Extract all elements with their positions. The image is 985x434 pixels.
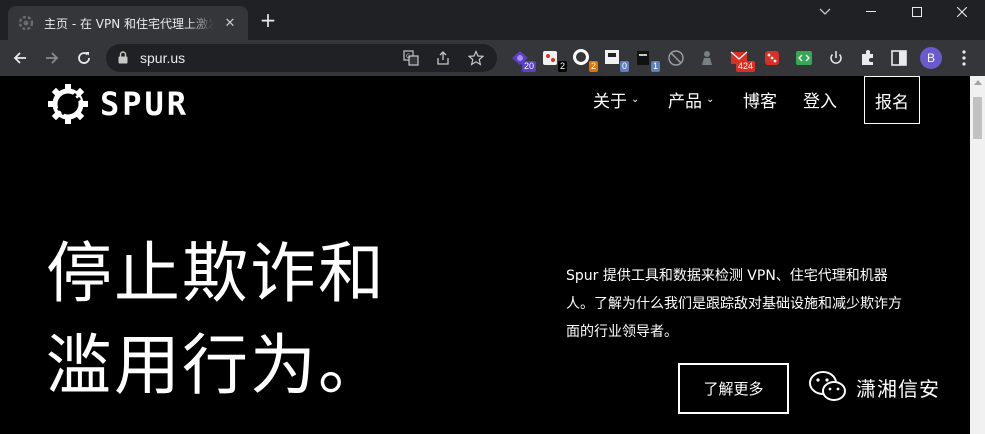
hero-title: 停止欺诈和 滥用行为。 (46, 228, 386, 412)
tab-search-chevron-icon[interactable] (802, 0, 848, 24)
extensions-puzzle-icon[interactable] (858, 48, 878, 68)
watermark-text: 潇湘信安 (856, 376, 940, 401)
bookmark-star-icon[interactable] (467, 49, 485, 67)
nav-login[interactable]: 登入 (803, 87, 837, 112)
ext-purple-icon[interactable]: 20 (510, 48, 536, 72)
tab-title: 主页 - 在 VPN 和住宅代理上激发 (44, 16, 214, 31)
hero-description: Spur 提供工具和数据来检测 VPN、住宅代理和机器人。了解为什么我们是跟踪敌… (566, 268, 902, 340)
ext-power-icon[interactable] (826, 48, 846, 68)
tab-strip: 主页 - 在 VPN 和住宅代理上激发 ✕ + (0, 0, 985, 40)
translate-icon[interactable]: G (402, 49, 420, 67)
scroll-up-arrow-icon[interactable] (974, 80, 982, 85)
browser-toolbar: spur.us G 20 2 2 0 1 424 B (0, 40, 985, 76)
ext-badge: 1 (650, 61, 660, 72)
close-window-icon[interactable] (939, 0, 985, 24)
minimize-window-icon[interactable] (848, 0, 894, 24)
ext-figure-icon[interactable] (697, 48, 717, 68)
ext-badge: 2 (588, 61, 598, 72)
nav-about[interactable]: 关于 ⌄ (593, 87, 639, 112)
logo-wordmark: SPUR (100, 85, 190, 123)
scroll-thumb[interactable] (973, 97, 982, 139)
wechat-icon (809, 371, 846, 401)
chevron-down-icon: ⌄ (631, 94, 640, 105)
nav-products[interactable]: 产品 ⌄ (668, 87, 714, 112)
hero-title-line: 滥用行为。 (46, 327, 386, 404)
nav-blog[interactable]: 博客 (743, 87, 777, 112)
ext-badge: 2 (557, 61, 567, 72)
ext-badge: 20 (521, 61, 536, 72)
maximize-window-icon[interactable] (894, 0, 940, 24)
new-tab-button[interactable]: + (258, 10, 278, 30)
side-panel-icon[interactable] (889, 48, 909, 68)
chevron-down-icon: ⌄ (706, 94, 715, 105)
back-arrow-icon[interactable] (8, 46, 32, 70)
wechat-watermark: 潇湘信安 (808, 370, 940, 404)
ext-badge: 0 (619, 61, 629, 72)
ext-dark-icon[interactable]: 1 (634, 48, 660, 72)
signup-button[interactable]: 报名 (864, 76, 920, 124)
nav-label: 关于 (593, 92, 627, 112)
forward-arrow-icon[interactable] (40, 46, 64, 70)
ext-ring-icon[interactable]: 2 (572, 48, 598, 72)
page-content: SPUR 关于 ⌄ 产品 ⌄ 博客 登入 报名 停止欺诈和 滥用行为。 Spur… (0, 76, 970, 434)
profile-avatar[interactable]: B (920, 47, 942, 69)
learn-more-button[interactable]: 了解更多 (678, 363, 789, 414)
ext-code-icon[interactable] (794, 48, 814, 68)
more-menu-icon[interactable] (954, 48, 974, 68)
browser-tab[interactable]: 主页 - 在 VPN 和住宅代理上激发 ✕ (8, 6, 248, 40)
reload-icon[interactable] (72, 46, 96, 70)
address-bar[interactable]: spur.us G (106, 44, 497, 72)
ext-tag-icon[interactable]: 0 (603, 48, 629, 72)
spur-gear-logo-icon (48, 84, 88, 124)
nav-label: 产品 (668, 92, 702, 112)
lock-icon[interactable] (118, 51, 128, 64)
ext-circle-slash-icon[interactable] (666, 48, 686, 68)
ext-badge: 424 (735, 61, 755, 72)
nav-label: 登入 (803, 92, 837, 112)
hero-title-line: 停止欺诈和 (46, 235, 386, 312)
url-text[interactable]: spur.us (140, 50, 185, 66)
ext-dice-icon[interactable] (762, 48, 782, 68)
nav-label: 博客 (743, 92, 777, 112)
svg-text:G: G (406, 53, 411, 60)
ext-cookie-icon[interactable]: 2 (541, 48, 567, 72)
spur-favicon-icon (18, 15, 34, 31)
spur-logo[interactable]: SPUR (46, 82, 189, 126)
share-icon[interactable] (434, 49, 452, 67)
tab-close-icon[interactable]: ✕ (222, 16, 238, 31)
ext-mail-icon[interactable]: 424 (729, 48, 755, 72)
page-scrollbar[interactable] (970, 76, 985, 434)
